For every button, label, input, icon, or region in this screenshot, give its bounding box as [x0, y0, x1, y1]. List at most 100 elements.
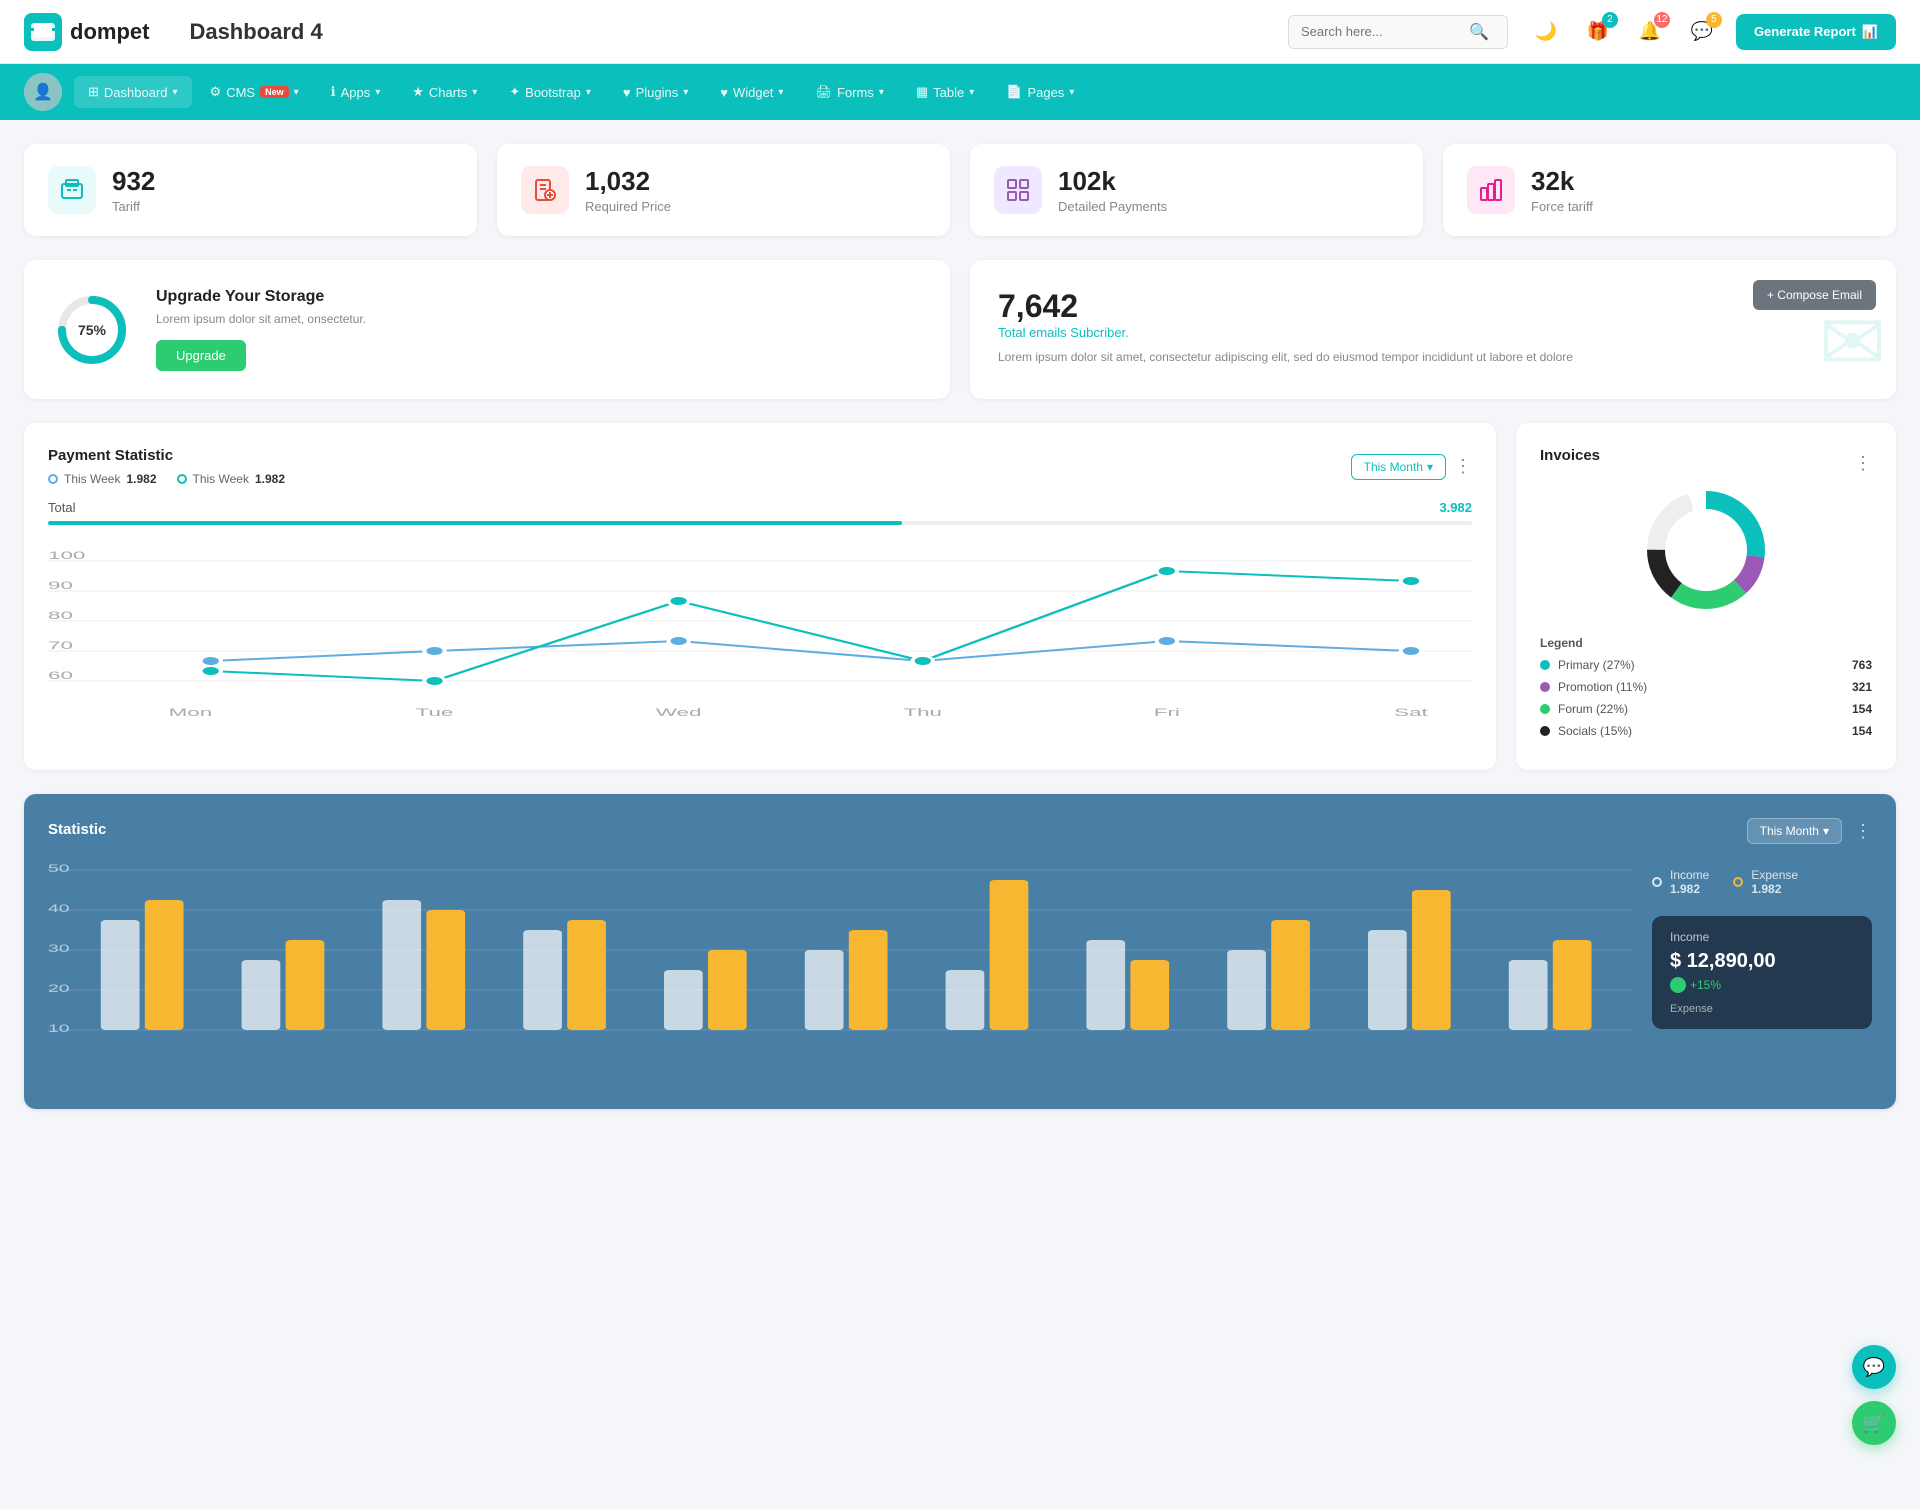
invoices-donut [1540, 480, 1872, 620]
payment-legend: This Week 1.982 This Week 1.982 [48, 472, 285, 486]
stat-info: 1,032 Required Price [585, 166, 671, 214]
payment-more-button[interactable]: ⋮ [1454, 456, 1472, 477]
detailed-payments-value: 102k [1058, 166, 1167, 197]
forum-dot [1540, 704, 1550, 714]
email-count: 7,642 [998, 288, 1868, 325]
force-tariff-label: Force tariff [1531, 199, 1593, 214]
total-row: Total 3.982 [48, 500, 1472, 515]
cart-fab-button[interactable]: 🛒 [1852, 1401, 1896, 1445]
payment-title: Payment Statistic This Week 1.982 This W… [48, 447, 285, 486]
invoices-card: Invoices ⋮ Legend [1516, 423, 1896, 770]
svg-text:20: 20 [48, 983, 70, 995]
logo-icon [24, 13, 62, 51]
charts-icon: ★ [412, 84, 424, 100]
chevron-down-icon: ▾ [879, 87, 884, 98]
sidebar-item-bootstrap[interactable]: ✦ Bootstrap ▾ [495, 76, 605, 108]
socials-dot [1540, 726, 1550, 736]
statistic-card: Statistic This Month ▾ ⋮ 50 [24, 794, 1896, 1109]
invoices-title: Invoices [1540, 447, 1600, 464]
statistic-legend: Income 1.982 Expense 1.982 Income [1652, 860, 1872, 1029]
search-icon: 🔍 [1469, 22, 1489, 42]
payment-filter-button[interactable]: This Month ▾ [1351, 454, 1446, 480]
logo: dompet [24, 13, 149, 51]
stat-card-force-tariff: 32k Force tariff [1443, 144, 1896, 236]
notifications-button[interactable]: 🔔12 [1632, 14, 1668, 50]
sidebar-item-plugins[interactable]: ♥ Plugins ▾ [609, 77, 702, 108]
statistic-filter-button[interactable]: This Month ▾ [1747, 818, 1842, 844]
apps-icon: ℹ [331, 84, 336, 100]
svg-text:40: 40 [48, 903, 70, 915]
page-title: Dashboard 4 [189, 19, 1267, 45]
svg-text:10: 10 [48, 1023, 70, 1035]
legend-dot-blue [48, 474, 58, 484]
payment-statistic-card: Payment Statistic This Week 1.982 This W… [24, 423, 1496, 770]
sidebar-item-cms[interactable]: ⚙ CMS New ▾ [196, 76, 313, 108]
required-price-label: Required Price [585, 199, 671, 214]
bootstrap-icon: ✦ [509, 84, 520, 100]
sidebar-item-apps[interactable]: ℹ Apps ▾ [317, 76, 395, 108]
table-icon: ▦ [916, 84, 928, 100]
legend-income: Income 1.982 [1652, 868, 1709, 896]
sidebar-item-table[interactable]: ▦ Table ▾ [902, 76, 988, 108]
cms-icon: ⚙ [210, 84, 222, 100]
stat-card-tariff: 932 Tariff [24, 144, 477, 236]
required-price-icon [521, 166, 569, 214]
sidebar-item-dashboard[interactable]: ⊞ Dashboard ▾ [74, 76, 192, 108]
stat-cards: 932 Tariff 1,032 Required Price [24, 144, 1896, 236]
chevron-down-icon: ▾ [472, 87, 477, 98]
legend-item-2: This Week 1.982 [177, 472, 286, 486]
payment-line-chart: 100 90 80 70 60 [48, 541, 1472, 721]
storage-title: Upgrade Your Storage [156, 288, 366, 306]
svg-text:80: 80 [48, 609, 73, 621]
chevron-down-icon: ▾ [969, 87, 974, 98]
sidebar-item-charts[interactable]: ★ Charts ▾ [398, 76, 491, 108]
nav-avatar: 👤 [24, 73, 62, 111]
main-content: 932 Tariff 1,032 Required Price [0, 120, 1920, 1133]
theme-toggle-button[interactable]: 🌙 [1528, 14, 1564, 50]
sidebar-item-widget[interactable]: ♥ Widget ▾ [706, 77, 797, 108]
svg-text:Fri: Fri [1154, 706, 1180, 718]
header-icons: 🌙 🎁2 🔔12 💬5 Generate Report 📊 [1528, 14, 1896, 50]
detailed-payments-icon [994, 166, 1042, 214]
forms-icon: 🖨 [815, 84, 832, 100]
notifications-badge: 12 [1654, 12, 1670, 28]
chevron-down-icon: ▾ [294, 87, 299, 98]
storage-card: 75% Upgrade Your Storage Lorem ipsum dol… [24, 260, 950, 399]
search-bar[interactable]: 🔍 [1288, 15, 1508, 49]
svg-text:50: 50 [48, 863, 70, 875]
legend-row-forum: Forum (22%) 154 [1540, 702, 1872, 716]
pages-icon: 📄 [1006, 84, 1022, 100]
sidebar-item-pages[interactable]: 📄 Pages ▾ [992, 76, 1088, 108]
payment-header: Payment Statistic This Week 1.982 This W… [48, 447, 1472, 486]
generate-report-button[interactable]: Generate Report 📊 [1736, 14, 1896, 50]
statistic-title: Statistic [48, 821, 106, 838]
legend-row-socials: Socials (15%) 154 [1540, 724, 1872, 738]
sidebar-item-forms[interactable]: 🖨 Forms ▾ [801, 76, 897, 108]
svg-text:100: 100 [48, 549, 86, 561]
navigation: 👤 ⊞ Dashboard ▾ ⚙ CMS New ▾ ℹ Apps ▾ ★ C… [0, 64, 1920, 120]
messages-button[interactable]: 💬5 [1684, 14, 1720, 50]
invoices-more-button[interactable]: ⋮ [1854, 453, 1872, 474]
svg-text:60: 60 [48, 669, 73, 681]
support-fab-button[interactable]: 💬 [1852, 1345, 1896, 1389]
search-input[interactable] [1301, 24, 1461, 39]
new-badge: New [260, 86, 289, 98]
tariff-label: Tariff [112, 199, 155, 214]
tariff-icon [48, 166, 96, 214]
legend-row-primary: Primary (27%) 763 [1540, 658, 1872, 672]
widget-icon: ♥ [720, 85, 728, 100]
gift-button[interactable]: 🎁2 [1580, 14, 1616, 50]
gift-badge: 2 [1602, 12, 1618, 28]
storage-donut: 75% [52, 290, 132, 370]
stat-card-detailed-payments: 102k Detailed Payments [970, 144, 1423, 236]
tariff-value: 932 [112, 166, 155, 197]
legend-row-promotion: Promotion (11%) 321 [1540, 680, 1872, 694]
tooltip-income-label: Income [1670, 930, 1854, 944]
detailed-payments-label: Detailed Payments [1058, 199, 1167, 214]
upgrade-button[interactable]: Upgrade [156, 340, 246, 371]
svg-text:Sat: Sat [1394, 706, 1428, 718]
required-price-value: 1,032 [585, 166, 671, 197]
statistic-more-button[interactable]: ⋮ [1854, 821, 1872, 842]
svg-text:30: 30 [48, 943, 70, 955]
storage-percentage: 75% [78, 322, 106, 338]
